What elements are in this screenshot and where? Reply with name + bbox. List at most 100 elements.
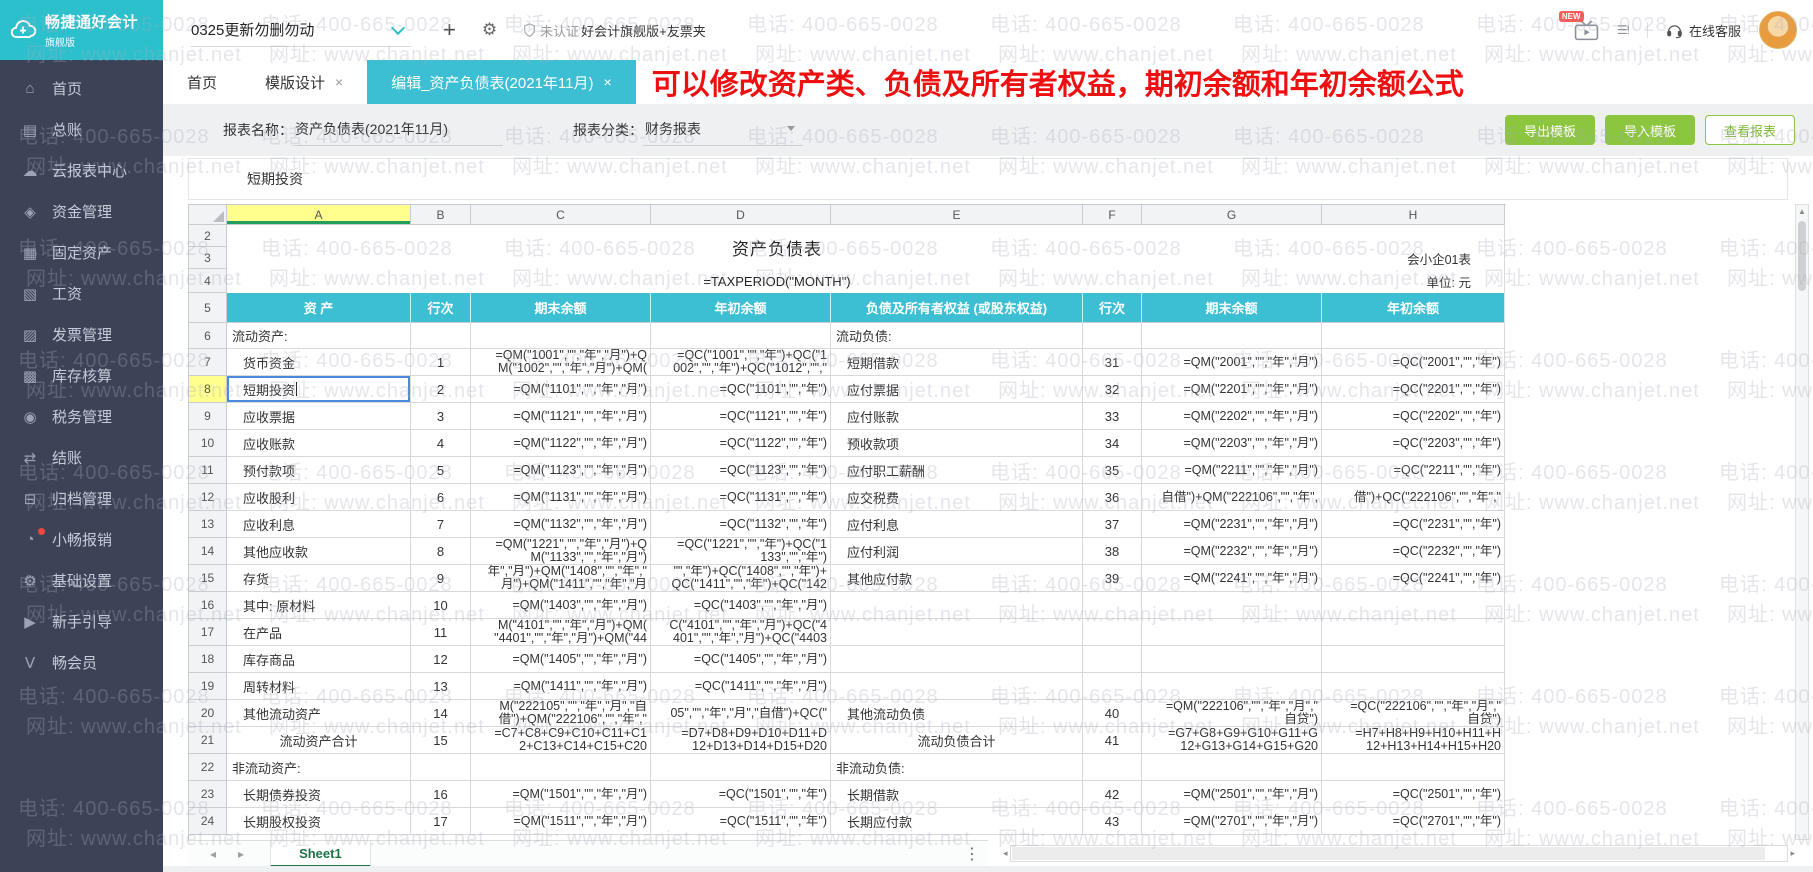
column-header-G[interactable]: G — [1142, 205, 1322, 225]
column-header-F[interactable]: F — [1083, 205, 1142, 225]
cell-C11[interactable]: =QM("1123","","年","月") — [471, 457, 651, 484]
cell-D16[interactable]: =QC("1403","","年","月") — [651, 592, 831, 619]
column-header-C[interactable]: C — [471, 205, 651, 225]
cell-D9[interactable]: =QC("1121","","年") — [651, 403, 831, 430]
cell-H15[interactable]: =QC("2241","","年") — [1322, 565, 1505, 592]
sidebar-item-税务管理[interactable]: ◉税务管理 — [0, 396, 163, 437]
cell-H13[interactable]: =QC("2231","","年") — [1322, 511, 1505, 538]
cell-C6[interactable] — [471, 323, 651, 349]
cell-A24[interactable]: 长期股权投资 — [227, 808, 411, 835]
cell-E13[interactable]: 应付利息 — [831, 511, 1083, 538]
row-header-15[interactable]: 15 — [189, 565, 227, 592]
view-report-button[interactable]: 查看报表 — [1705, 115, 1795, 145]
user-avatar[interactable] — [1759, 11, 1797, 49]
online-service-button[interactable]: 在线客服 — [1666, 21, 1741, 40]
cell-A17[interactable]: 在产品 — [227, 619, 411, 646]
formula-bar[interactable]: 短期投资 — [188, 158, 1788, 200]
cell-C8[interactable]: =QM("1101","","年","月") — [471, 376, 651, 403]
cell-D6[interactable] — [651, 323, 831, 349]
cell-H17[interactable] — [1322, 619, 1505, 646]
cell-A18[interactable]: 库存商品 — [227, 646, 411, 673]
cell-C12[interactable]: =QM("1131","","年","月") — [471, 484, 651, 511]
cell-E14[interactable]: 应付利润 — [831, 538, 1083, 565]
cell-H19[interactable] — [1322, 673, 1505, 700]
cell-D11[interactable]: =QC("1123","","年") — [651, 457, 831, 484]
cell-A16[interactable]: 其中: 原材料 — [227, 592, 411, 619]
row-header-11[interactable]: 11 — [189, 457, 227, 484]
cell-B24[interactable]: 17 — [411, 808, 471, 835]
cell-F8[interactable]: 32 — [1083, 376, 1142, 403]
row-header-6[interactable]: 6 — [189, 323, 227, 349]
scroll-up-icon[interactable]: ▲ — [1796, 205, 1808, 219]
row-header-16[interactable]: 16 — [189, 592, 227, 619]
cell-H20[interactable]: =QC("222106","","年","月"," 自贷") — [1322, 700, 1505, 727]
cell-G18[interactable] — [1142, 646, 1322, 673]
cell-E6[interactable]: 流动负债: — [831, 323, 1083, 349]
table-header-D5[interactable]: 年初余额 — [651, 293, 831, 323]
cell-E23[interactable]: 长期借款 — [831, 781, 1083, 808]
cell-F10[interactable]: 34 — [1083, 430, 1142, 457]
tab-首页[interactable]: 首页 — [163, 60, 241, 104]
cell-D12[interactable]: =QC("1131","","年") — [651, 484, 831, 511]
row-header-14[interactable]: 14 — [189, 538, 227, 565]
sidebar-item-结账[interactable]: ⇄结账 — [0, 437, 163, 478]
cell-A15[interactable]: 存货 — [227, 565, 411, 592]
cell-A23[interactable]: 长期债券投资 — [227, 781, 411, 808]
sidebar-item-资金管理[interactable]: ◈资金管理 — [0, 191, 163, 232]
cell-C15[interactable]: 年","月")+QM("1408","","年"," 月")+QM("1411"… — [471, 565, 651, 592]
cell-B20[interactable]: 14 — [411, 700, 471, 727]
row-header-9[interactable]: 9 — [189, 403, 227, 430]
cell-D13[interactable]: =QC("1132","","年") — [651, 511, 831, 538]
cell-B19[interactable]: 13 — [411, 673, 471, 700]
row-header-3[interactable]: 3 — [189, 247, 227, 269]
cell-A14[interactable]: 其他应收款 — [227, 538, 411, 565]
cell-F21[interactable]: 41 — [1083, 727, 1142, 754]
scroll-right-icon[interactable]: ▸ — [1790, 848, 1795, 859]
sheet-next-button[interactable]: ▸ — [238, 847, 244, 861]
cell-G7[interactable]: =QM("2001","","年","月") — [1142, 349, 1322, 376]
cell-G21[interactable]: =G7+G8+G9+G10+G11+G 12+G13+G14+G15+G20 — [1142, 727, 1322, 754]
cell-A7[interactable]: 货币资金 — [227, 349, 411, 376]
cell-G16[interactable] — [1142, 592, 1322, 619]
report-name-input[interactable]: 资产负债表(2021年11月) — [293, 115, 503, 146]
cell-B16[interactable]: 10 — [411, 592, 471, 619]
cell-F15[interactable]: 39 — [1083, 565, 1142, 592]
row-header-2[interactable]: 2 — [189, 225, 227, 247]
row-header-10[interactable]: 10 — [189, 430, 227, 457]
cell-A11[interactable]: 预付款项 — [227, 457, 411, 484]
sidebar-item-畅会员[interactable]: Ⅴ畅会员 — [0, 642, 163, 683]
row-header-4[interactable]: 4 — [189, 269, 227, 293]
row-header-20[interactable]: 20 — [189, 700, 227, 727]
row-header-18[interactable]: 18 — [189, 646, 227, 673]
cell-H7[interactable]: =QC("2001","","年") — [1322, 349, 1505, 376]
cell-F14[interactable]: 38 — [1083, 538, 1142, 565]
vertical-scrollbar[interactable]: ▲ — [1795, 204, 1809, 840]
cell-A22[interactable]: 非流动资产: — [227, 754, 411, 781]
cell-G15[interactable]: =QM("2241","","年","月") — [1142, 565, 1322, 592]
cell-E15[interactable]: 其他应付款 — [831, 565, 1083, 592]
row-header-8[interactable]: 8 — [189, 376, 227, 403]
cell-D10[interactable]: =QC("1122","","年") — [651, 430, 831, 457]
table-header-G5[interactable]: 期末余额 — [1142, 293, 1322, 323]
cell-G20[interactable]: =QM("222106","","年","月"," 自贷") — [1142, 700, 1322, 727]
cell-F24[interactable]: 43 — [1083, 808, 1142, 835]
cell-G17[interactable] — [1142, 619, 1322, 646]
sidebar-item-总账[interactable]: ▤总账 — [0, 109, 163, 150]
cell-H24[interactable]: =QC("2701","","年") — [1322, 808, 1505, 835]
cell-H22[interactable] — [1322, 754, 1505, 781]
cell-A8[interactable]: 短期投资 — [227, 376, 411, 403]
horizontal-scroll-track[interactable] — [1010, 845, 1789, 862]
cell-G10[interactable]: =QM("2203","","年","月") — [1142, 430, 1322, 457]
cell-C20[interactable]: M("222105","","年","月","自 借")+QM("222106"… — [471, 700, 651, 727]
cell-F23[interactable]: 42 — [1083, 781, 1142, 808]
cell-E20[interactable]: 其他流动负债 — [831, 700, 1083, 727]
cell-E10[interactable]: 预收款项 — [831, 430, 1083, 457]
cell-H10[interactable]: =QC("2203","","年") — [1322, 430, 1505, 457]
gear-icon[interactable]: ⚙ — [482, 20, 497, 40]
row-header-22[interactable]: 22 — [189, 754, 227, 781]
sidebar-item-发票管理[interactable]: ▨发票管理 — [0, 314, 163, 355]
cell-C16[interactable]: =QM("1403","","年","月") — [471, 592, 651, 619]
cell-H18[interactable] — [1322, 646, 1505, 673]
cell-A6[interactable]: 流动资产: — [227, 323, 411, 349]
cell-D17[interactable]: C("4101","","年","月")+QC("4 401","","年","… — [651, 619, 831, 646]
